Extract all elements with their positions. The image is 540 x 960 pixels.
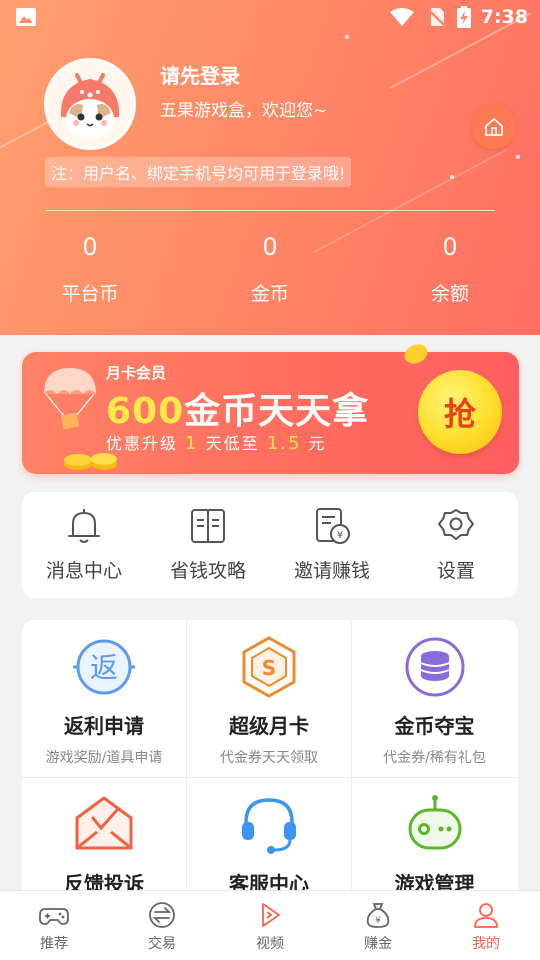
svg-text:S: S [262,656,276,680]
service-subtitle: 代金券天天领取 [220,750,318,766]
banner-offer-part: 天低至 [205,434,260,453]
clock-time: 7:38 [480,6,528,28]
grab-button[interactable]: 抢 [418,370,502,454]
gamepad-icon [39,908,69,925]
login-prompt[interactable]: 请先登录 [160,60,240,89]
parachute-gift-icon [44,368,96,430]
bell-icon [68,509,100,543]
banner-offer: 优惠升级 1 天低至 1.5 元 [106,430,327,454]
feedback-envelope-icon [75,796,133,850]
battery-charging-icon [456,6,471,28]
exchange-icon [149,902,175,928]
nav-video[interactable]: 视频 [216,891,324,960]
status-bar: 7:38 [0,0,540,36]
wifi-icon [389,8,414,26]
login-hint: 注：用户名、绑定手机号均可用于登录哦! [45,157,352,187]
profile-header: 7:38 请先登录 五果游戏盒，欢迎您~ 注：用户名、绑定手机号均可用于登录哦!… [0,0,540,335]
stat-value: 0 [262,233,278,261]
image-notification-icon [16,8,36,26]
banner-amount: 600 [106,391,185,432]
service-title: 超级月卡 [229,714,309,738]
robot-controller-icon [408,795,461,850]
user-icon [474,903,498,928]
video-play-icon [262,903,280,927]
nav-label: 我的 [472,936,500,952]
banner-offer-days: 1 [185,433,199,454]
flying-coin-icon [404,344,428,364]
monthly-card-banner[interactable]: 月卡会员 600金币天天拿 优惠升级 1 天低至 1.5 元 抢 [22,344,519,474]
stat-gold-coins[interactable]: 0 金币 [210,230,330,306]
stat-label: 金币 [250,283,289,305]
quick-item-label: 省钱攻略 [169,560,246,582]
home-button[interactable] [472,105,516,149]
headset-icon [242,798,296,854]
service-title: 金币夺宝 [394,714,475,738]
banner-offer-part: 优惠升级 [106,434,179,453]
nav-label: 赚金 [364,936,392,952]
nav-label: 推荐 [40,936,68,952]
service-subtitle: 代金券/稀有礼包 [383,750,486,766]
decorative-dot [516,155,520,159]
welcome-text: 五果游戏盒，欢迎您~ [160,101,328,121]
stat-label: 余额 [430,283,469,305]
service-coin-treasure[interactable]: 金币夺宝 代金券/稀有礼包 [352,620,517,778]
monthly-card-icon: S [242,636,296,698]
nav-earn[interactable]: ¥ 赚金 [324,891,432,960]
quick-item-label: 邀请赚钱 [293,560,370,582]
banner-offer-part: 元 [308,434,327,453]
nav-trade[interactable]: 交易 [108,891,216,960]
banner-headline-text: 金币天天拿 [184,391,370,432]
quick-menu: 消息中心 省钱攻略 ¥ 邀请赚钱 设置 [22,492,518,598]
gear-icon [438,509,474,540]
rebate-icon: 返 [73,639,135,695]
stat-value: 0 [82,233,98,261]
quick-item-label: 设置 [436,560,475,582]
banner-tag: 月卡会员 [106,364,167,382]
stat-platform-coins[interactable]: 0 平台币 [30,230,150,306]
avatar[interactable] [44,58,136,150]
service-grid: 返 返利申请 游戏奖励/道具申请 S 超级月卡 代金券天天领取 金币夺宝 代金券… [22,620,518,920]
svg-text:¥: ¥ [337,530,343,541]
home-icon [485,118,503,136]
stat-balance[interactable]: 0 余额 [390,230,510,306]
nav-recommend[interactable]: 推荐 [0,891,108,960]
no-sim-icon [426,8,446,27]
invite-money-icon: ¥ [316,508,350,544]
banner-headline: 600金币天天拿 [106,382,369,434]
svg-text:返: 返 [90,651,118,684]
header-divider [45,210,495,211]
nav-label: 视频 [256,936,284,952]
quick-item-settings[interactable]: 设置 [394,492,518,598]
quick-item-messages[interactable]: 消息中心 [22,492,146,598]
banner-offer-price: 1.5 [266,433,302,454]
money-bag-icon: ¥ [366,903,390,928]
service-title: 返利申请 [64,714,144,738]
bottom-nav: 推荐 交易 视频 ¥ 赚金 我的 [0,890,540,960]
svg-text:¥: ¥ [375,916,381,926]
cat-avatar-icon [47,61,133,147]
decorative-dot [450,175,454,179]
nav-label: 交易 [148,936,176,952]
quick-item-label: 消息中心 [45,560,122,582]
nav-mine[interactable]: 我的 [432,891,540,960]
stat-label: 平台币 [61,283,119,305]
service-subtitle: 游戏奖励/道具申请 [45,750,163,766]
quick-item-invite-earn[interactable]: ¥ 邀请赚钱 [270,492,394,598]
book-icon [191,509,225,543]
stat-value: 0 [442,233,458,261]
service-rebate[interactable]: 返 返利申请 游戏奖励/道具申请 [22,620,187,778]
quick-item-saving-guide[interactable]: 省钱攻略 [146,492,270,598]
coin-stack-icon [405,637,464,697]
service-super-monthly-card[interactable]: S 超级月卡 代金券天天领取 [187,620,352,778]
